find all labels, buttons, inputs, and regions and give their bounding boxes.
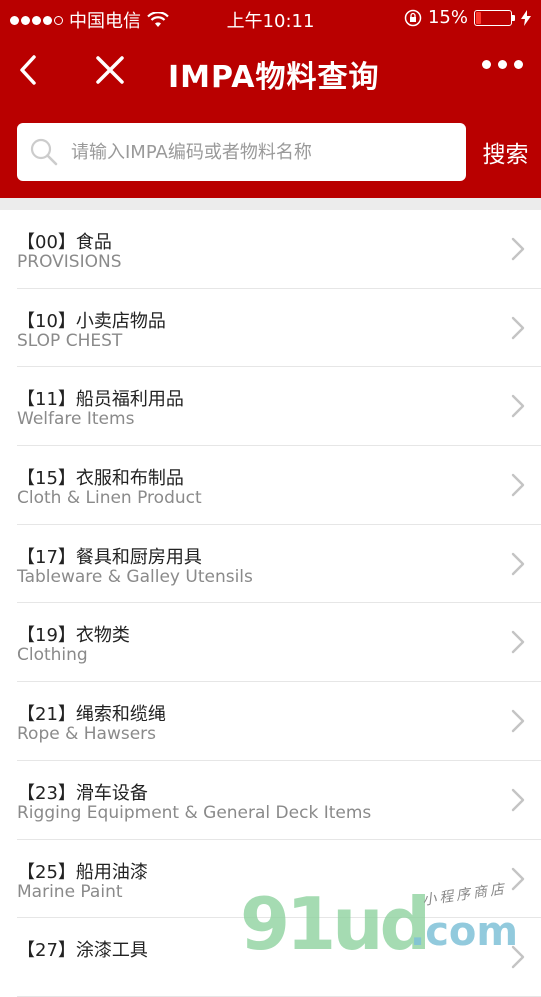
category-subtitle: Rope & Hawsers — [17, 724, 157, 745]
category-list: 【00】食品 PROVISIONS 【10】小卖店物品 SLOP CHEST 【11】船… — [0, 210, 541, 997]
list-item[interactable]: 【11】船员福利用品 Welfare Items — [0, 367, 541, 447]
search-icon — [30, 138, 58, 166]
category-title: 【19】衣物类 — [17, 625, 130, 647]
list-item[interactable]: 【27】涂漆工具 — [0, 918, 541, 997]
search-bar: 搜索 — [0, 106, 541, 198]
chevron-right-icon — [511, 473, 525, 497]
list-item[interactable]: 【00】食品 PROVISIONS — [0, 210, 541, 289]
category-subtitle: SLOP CHEST — [17, 330, 123, 351]
orientation-lock-icon — [404, 9, 422, 26]
chevron-right-icon — [511, 867, 525, 890]
list-item[interactable]: 【17】餐具和厨房用具 Tableware & Galley Utensils — [0, 525, 541, 604]
category-title: 【17】餐具和厨房用具 — [17, 546, 202, 568]
category-subtitle: Rigging Equipment & General Deck Items — [17, 802, 372, 823]
category-title: 【10】小卖店物品 — [17, 310, 166, 332]
charging-icon — [521, 9, 531, 26]
page-title: IMPA物料查询 — [168, 60, 380, 95]
category-subtitle: PROVISIONS — [17, 252, 122, 272]
category-subtitle: Cloth & Linen Product — [17, 488, 202, 509]
chevron-right-icon — [511, 395, 525, 418]
list-item[interactable]: 【19】衣物类 Clothing — [0, 603, 541, 683]
chevron-left-icon[interactable] — [14, 52, 50, 88]
list-item[interactable]: 【10】小卖店物品 SLOP CHEST — [0, 289, 541, 368]
category-title: 【00】食品 — [17, 232, 112, 253]
chevron-right-icon — [511, 945, 525, 969]
list-item[interactable]: 【21】绳索和缆绳 Rope & Hawsers — [0, 682, 541, 761]
nav-bar: IMPA物料查询 — [0, 36, 541, 106]
search-button[interactable]: 搜索 — [470, 106, 541, 198]
category-title: 【21】绳索和缆绳 — [17, 704, 166, 726]
battery-percent: 15% — [427, 7, 468, 28]
chevron-right-icon — [511, 237, 525, 261]
battery-icon — [474, 9, 515, 26]
category-subtitle: Clothing — [17, 645, 88, 666]
category-title: 【15】衣服和布制品 — [17, 468, 184, 490]
more-dots-icon[interactable] — [482, 60, 523, 69]
chevron-right-icon — [511, 788, 525, 812]
list-item[interactable]: 【23】滑车设备 Rigging Equipment & General Deck… — [0, 761, 541, 840]
list-item[interactable]: 【25】船用油漆 Marine Paint — [0, 840, 541, 919]
category-subtitle: Marine Paint — [17, 881, 123, 902]
category-title: 【25】船用油漆 — [17, 861, 148, 883]
category-subtitle: Tableware & Galley Utensils — [17, 566, 253, 587]
category-subtitle: Welfare Items — [17, 409, 135, 430]
section-divider — [0, 198, 541, 210]
search-box[interactable] — [17, 123, 466, 181]
close-icon[interactable] — [92, 52, 128, 88]
category-title: 【23】滑车设备 — [17, 782, 148, 804]
status-right: 15% — [404, 7, 531, 28]
chevron-right-icon — [511, 709, 525, 733]
search-input[interactable] — [71, 123, 456, 181]
category-title: 【27】涂漆工具 — [17, 940, 148, 962]
chevron-right-icon — [511, 552, 525, 575]
chevron-right-icon — [511, 316, 525, 339]
status-bar: 中国电信 上午10:11 15% — [0, 0, 541, 36]
chevron-right-icon — [511, 631, 525, 654]
list-item[interactable]: 【15】衣服和布制品 Cloth & Linen Product — [0, 446, 541, 525]
category-title: 【11】船员福利用品 — [17, 389, 184, 411]
